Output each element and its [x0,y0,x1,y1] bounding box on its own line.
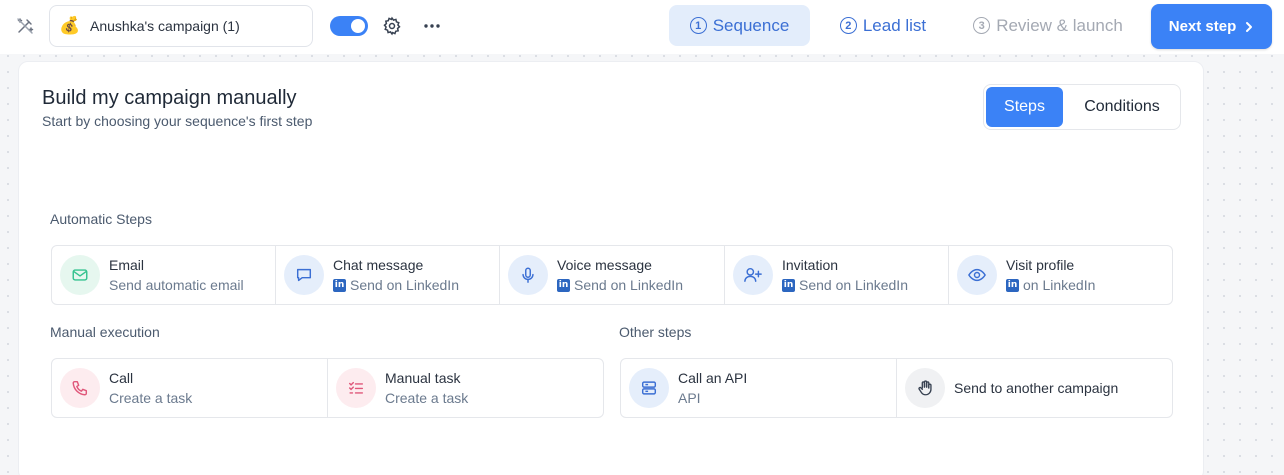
builder-panel: Build my campaign manually Start by choo… [18,61,1204,475]
chat-icon [284,255,324,295]
phone-icon [60,368,100,408]
linkedin-icon: in [782,278,795,292]
step-title: Visit profile [1006,257,1075,273]
server-icon [629,368,669,408]
step-subtitle-text: API [678,390,701,406]
step-card-voice-message[interactable]: Voice message in Send on LinkedIn [500,246,725,304]
step-number-badge: 2 [839,17,857,34]
manual-execution-label: Manual execution [50,324,160,340]
other-steps-group: Call an API API Send to another campaign [620,358,1173,418]
gear-icon[interactable] [382,16,402,36]
page-title: Build my campaign manually [42,87,297,109]
microphone-icon [508,255,548,295]
step-subtitle-text: Send automatic email [109,277,244,293]
campaign-name-field[interactable]: 💰 Anushka's campaign (1) [49,5,313,47]
eye-icon [957,255,997,295]
step-title: Voice message [557,257,652,273]
automatic-steps-group: Email Send automatic email Chat message … [51,245,1173,305]
linkedin-icon: in [1006,278,1019,292]
page-subtitle: Start by choosing your sequence's first … [42,113,313,129]
step-title: Call [109,370,134,386]
step-card-visit-profile[interactable]: Visit profile in on LinkedIn [949,246,1172,304]
step-title: Send to another campaign [954,380,1119,396]
step-subtitle: Create a task [385,388,468,408]
automatic-steps-label: Automatic Steps [50,211,152,227]
step-subtitle-text: Create a task [385,390,469,406]
step-card-call[interactable]: Call Create a task [52,359,328,417]
campaign-name: Anushka's campaign (1) [90,18,240,34]
linkedin-icon: in [557,278,570,292]
toggle-knob [351,19,365,33]
steps-tab[interactable]: Steps [986,87,1063,127]
tab-lead-list-label: Lead list [862,15,927,35]
step-card-call-api[interactable]: Call an API API [621,359,897,417]
next-step-button[interactable]: Next step [1151,4,1272,49]
checklist-icon [336,368,376,408]
step-subtitle: API [678,388,747,408]
step-card-send-to-campaign[interactable]: Send to another campaign [897,359,1172,417]
step-title: Invitation [782,257,839,273]
view-switcher: Steps Conditions [983,84,1181,130]
chevron-right-icon [1246,21,1253,32]
step-subtitle: Send automatic email [109,275,244,295]
hand-icon [905,368,945,408]
step-card-chat-message[interactable]: Chat message in Send on LinkedIn [276,246,500,304]
tab-sequence[interactable]: 1 Sequence [669,5,810,46]
linkedin-icon: in [333,278,346,292]
mail-icon [60,255,100,295]
user-plus-icon [733,255,773,295]
conditions-tab[interactable]: Conditions [1066,87,1178,127]
step-subtitle-text: on LinkedIn [1023,277,1096,293]
step-subtitle-text: Send on LinkedIn [799,277,908,293]
step-card-manual-task[interactable]: Manual task Create a task [328,359,603,417]
step-subtitle: in Send on LinkedIn [557,275,683,295]
step-number-badge: 3 [973,17,991,34]
step-title: Manual task [385,370,461,386]
step-title: Call an API [678,370,748,386]
more-options-icon[interactable] [422,16,442,36]
step-subtitle: in on LinkedIn [1006,275,1095,295]
manual-steps-group: Call Create a task Manual task Create a … [51,358,604,418]
step-card-invitation[interactable]: Invitation in Send on LinkedIn [725,246,949,304]
step-subtitle: in Send on LinkedIn [333,275,459,295]
money-bag-icon: 💰 [59,16,81,35]
next-step-label: Next step [1168,18,1237,35]
step-subtitle: in Send on LinkedIn [782,275,908,295]
step-subtitle-text: Send on LinkedIn [350,277,459,293]
tab-lead-list[interactable]: 2 Lead list [826,5,940,46]
tab-review-launch[interactable]: 3 Review & launch [960,5,1136,46]
step-card-email[interactable]: Email Send automatic email [52,246,276,304]
magic-wand-icon[interactable] [14,15,36,37]
top-bar: 💰 Anushka's campaign (1) 1 Sequence 2 Le… [0,0,1284,54]
step-subtitle: Create a task [109,388,192,408]
campaign-active-toggle[interactable] [330,16,368,36]
step-title: Chat message [333,257,424,273]
step-number-badge: 1 [689,17,707,34]
step-subtitle-text: Create a task [109,390,193,406]
other-steps-label: Other steps [619,324,692,340]
step-title: Email [109,257,145,273]
tab-sequence-label: Sequence [712,15,790,35]
tab-review-launch-label: Review & launch [996,15,1123,35]
step-subtitle-text: Send on LinkedIn [574,277,683,293]
